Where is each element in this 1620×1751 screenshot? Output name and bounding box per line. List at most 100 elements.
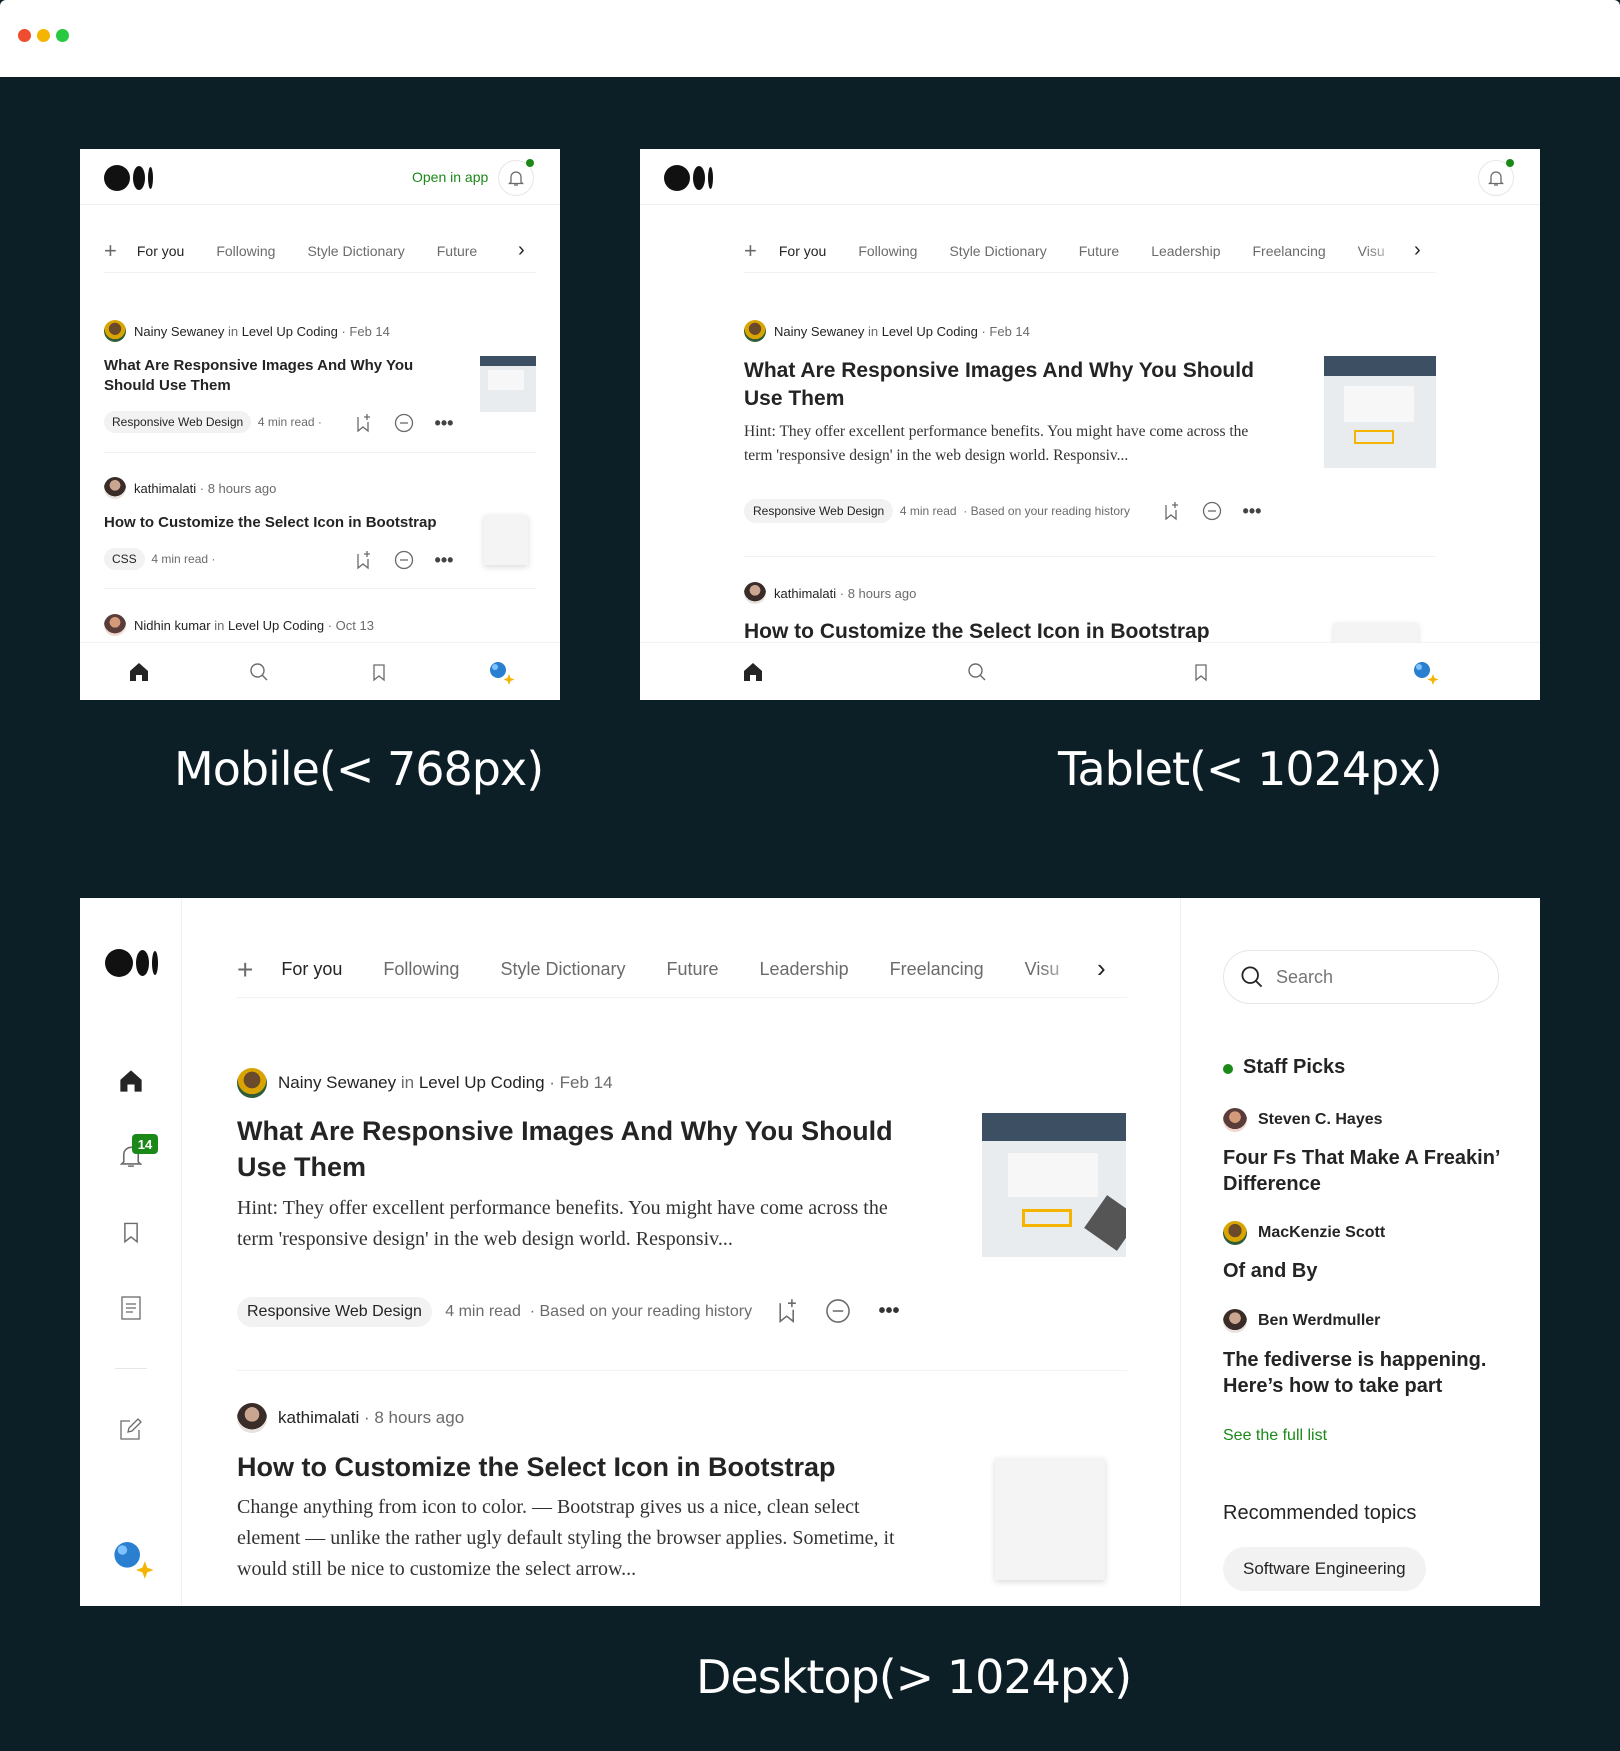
- pick-author[interactable]: MacKenzie Scott: [1223, 1221, 1385, 1245]
- show-less-icon[interactable]: [1200, 499, 1224, 523]
- pick-author[interactable]: Steven C. Hayes: [1223, 1108, 1383, 1132]
- search-input[interactable]: [1276, 966, 1476, 988]
- tab-style-dictionary[interactable]: Style Dictionary: [307, 229, 404, 272]
- profile-avatar-icon[interactable]: [486, 657, 516, 687]
- article-thumbnail[interactable]: [484, 515, 528, 565]
- chevron-right-icon[interactable]: ›: [518, 239, 525, 262]
- author-avatar[interactable]: [237, 1068, 267, 1098]
- tab-freelancing[interactable]: Freelancing: [890, 942, 984, 997]
- article-title[interactable]: How to Customize the Select Icon in Boot…: [237, 1449, 917, 1485]
- more-options-icon[interactable]: •••: [432, 548, 456, 572]
- tab-for-you[interactable]: For you: [281, 942, 342, 997]
- bookmark-add-icon[interactable]: [352, 411, 376, 435]
- author-name[interactable]: Nainy Sewaney: [278, 1073, 396, 1093]
- tag-chip[interactable]: Responsive Web Design: [104, 411, 252, 433]
- author-avatar[interactable]: [744, 582, 766, 604]
- author-name[interactable]: Nainy Sewaney: [774, 324, 864, 339]
- show-less-icon[interactable]: [392, 548, 416, 572]
- medium-logo-icon[interactable]: [105, 949, 158, 977]
- article-title[interactable]: What Are Responsive Images And Why You S…: [744, 357, 1264, 413]
- publication-name[interactable]: Level Up Coding: [228, 618, 324, 633]
- pick-title[interactable]: The fediverse is happening. Here’s how t…: [1223, 1347, 1513, 1399]
- more-options-icon[interactable]: •••: [1240, 499, 1264, 523]
- tab-following[interactable]: Following: [383, 942, 459, 997]
- topic-chip[interactable]: Software Engineering: [1223, 1547, 1426, 1591]
- author-avatar[interactable]: [1223, 1108, 1247, 1132]
- pick-title[interactable]: Four Fs That Make A Freakin’ Difference: [1223, 1145, 1513, 1197]
- more-options-icon[interactable]: •••: [874, 1296, 904, 1326]
- article-snippet[interactable]: Change anything from icon to color. — Bo…: [237, 1492, 917, 1585]
- tab-freelancing[interactable]: Freelancing: [1252, 229, 1325, 272]
- add-topic-icon[interactable]: +: [744, 238, 757, 264]
- author-name[interactable]: kathimalati: [774, 586, 836, 601]
- publication-name[interactable]: Level Up Coding: [882, 324, 978, 339]
- article-thumbnail[interactable]: [1324, 356, 1436, 468]
- author-avatar[interactable]: [104, 477, 126, 499]
- tab-following[interactable]: Following: [858, 229, 917, 272]
- show-less-icon[interactable]: [392, 411, 416, 435]
- minimize-window-button[interactable]: [37, 29, 50, 42]
- tag-chip[interactable]: CSS: [104, 548, 145, 570]
- article-thumbnail[interactable]: [995, 1458, 1105, 1580]
- profile-avatar-icon[interactable]: [108, 1534, 156, 1582]
- article-snippet[interactable]: Hint: They offer excellent performance b…: [237, 1193, 917, 1255]
- article-thumbnail[interactable]: [982, 1113, 1126, 1257]
- tag-chip[interactable]: Responsive Web Design: [237, 1297, 432, 1327]
- author-name[interactable]: kathimalati: [134, 481, 196, 496]
- pick-title[interactable]: Of and By: [1223, 1258, 1513, 1284]
- home-icon[interactable]: [126, 659, 152, 685]
- publication-name[interactable]: Level Up Coding: [242, 324, 338, 339]
- author-name[interactable]: kathimalati: [278, 1408, 359, 1428]
- article-title[interactable]: How to Customize the Select Icon in Boot…: [104, 513, 454, 533]
- open-in-app-link[interactable]: Open in app: [412, 169, 488, 185]
- bookmark-add-icon[interactable]: [1160, 499, 1184, 523]
- maximize-window-button[interactable]: [56, 29, 69, 42]
- add-topic-icon[interactable]: +: [237, 954, 253, 986]
- author-avatar[interactable]: [1223, 1221, 1247, 1245]
- profile-avatar-icon[interactable]: [1410, 657, 1440, 687]
- tab-following[interactable]: Following: [216, 229, 275, 272]
- show-less-icon[interactable]: [823, 1296, 853, 1326]
- pick-author[interactable]: Ben Werdmuller: [1223, 1309, 1380, 1333]
- write-icon[interactable]: [116, 1414, 146, 1444]
- medium-logo-icon[interactable]: [104, 165, 153, 191]
- search-icon[interactable]: [246, 659, 272, 685]
- see-full-list-link[interactable]: See the full list: [1223, 1427, 1327, 1445]
- author-name[interactable]: Steven C. Hayes: [1258, 1111, 1383, 1129]
- chevron-right-icon[interactable]: ›: [1097, 953, 1106, 984]
- author-avatar[interactable]: [744, 320, 766, 342]
- home-icon[interactable]: [740, 659, 766, 685]
- author-name[interactable]: Nainy Sewaney: [134, 324, 224, 339]
- article-title[interactable]: What Are Responsive Images And Why You S…: [237, 1113, 917, 1185]
- search-field[interactable]: [1223, 950, 1499, 1004]
- chevron-right-icon[interactable]: ›: [1414, 239, 1421, 262]
- home-icon[interactable]: [116, 1066, 146, 1096]
- article-snippet[interactable]: Hint: They offer excellent performance b…: [744, 420, 1264, 468]
- bookmark-add-icon[interactable]: [773, 1296, 803, 1326]
- add-topic-icon[interactable]: +: [104, 238, 117, 264]
- author-name[interactable]: Ben Werdmuller: [1258, 1312, 1380, 1330]
- publication-name[interactable]: Level Up Coding: [419, 1073, 545, 1093]
- medium-logo-icon[interactable]: [664, 165, 713, 191]
- tab-future[interactable]: Future: [666, 942, 718, 997]
- tab-for-you[interactable]: For you: [137, 229, 184, 272]
- library-icon[interactable]: [366, 659, 392, 685]
- close-window-button[interactable]: [18, 29, 31, 42]
- tab-style-dictionary[interactable]: Style Dictionary: [949, 229, 1046, 272]
- stories-icon[interactable]: [116, 1293, 146, 1323]
- author-avatar[interactable]: [104, 614, 126, 636]
- author-name[interactable]: Nidhin kumar: [134, 618, 211, 633]
- more-options-icon[interactable]: •••: [432, 411, 456, 435]
- author-name[interactable]: MacKenzie Scott: [1258, 1224, 1385, 1242]
- bookmark-add-icon[interactable]: [352, 548, 376, 572]
- tab-leadership[interactable]: Leadership: [760, 942, 849, 997]
- article-thumbnail[interactable]: [480, 356, 536, 412]
- tab-future[interactable]: Future: [1079, 229, 1119, 272]
- tag-chip[interactable]: Responsive Web Design: [744, 499, 894, 523]
- search-icon[interactable]: [964, 659, 990, 685]
- library-icon[interactable]: [116, 1217, 146, 1247]
- tab-style-dictionary[interactable]: Style Dictionary: [500, 942, 625, 997]
- article-title[interactable]: What Are Responsive Images And Why You S…: [104, 356, 434, 396]
- library-icon[interactable]: [1188, 659, 1214, 685]
- tab-leadership[interactable]: Leadership: [1151, 229, 1220, 272]
